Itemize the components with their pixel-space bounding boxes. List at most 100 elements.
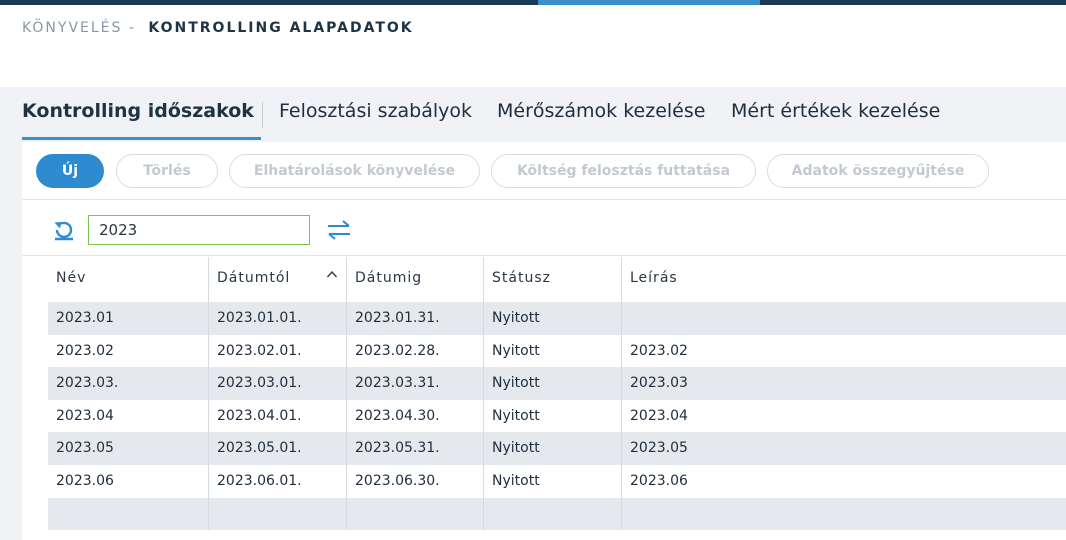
page-title: KONTROLLING ALAPADATOK	[148, 20, 414, 36]
cell-description	[621, 497, 1066, 531]
cell-value: 2023.01.31.	[355, 310, 440, 326]
column-header-name[interactable]: Név	[48, 257, 208, 302]
cell-date-to: 2023.03.31.	[346, 367, 483, 400]
table-row[interactable]	[48, 497, 1066, 531]
cell-value: 2023.06.30.	[355, 472, 440, 489]
column-header-status[interactable]: Státusz	[483, 257, 621, 302]
cell-value: 2023.01.01.	[217, 310, 302, 326]
run-cost-allocation-button[interactable]: Költség felosztás futtatása	[491, 154, 756, 188]
cell-date-from: 2023.01.01.	[208, 302, 346, 335]
year-filter-input[interactable]	[88, 215, 310, 245]
breadcrumb-parent[interactable]: KÖNYVELÉS -	[22, 20, 136, 36]
cell-status: Nyitott	[483, 334, 621, 368]
cell-name: 2023.01	[48, 302, 208, 335]
cell-value: 2023.02	[56, 342, 114, 359]
cell-value: 2023.03.	[56, 375, 119, 392]
table-row[interactable]: 2023.05 2023.05.01. 2023.05.31. Nyitott 2023…	[48, 432, 1066, 465]
cell-value: Nyitott	[492, 342, 540, 359]
cell-description: 2023.06	[621, 464, 1066, 498]
cell-date-to: 2023.02.28.	[346, 334, 483, 368]
cell-date-to: 2023.06.30.	[346, 464, 483, 498]
cell-date-from	[208, 497, 346, 531]
cell-status: Nyitott	[483, 432, 621, 465]
tab-divider	[262, 102, 263, 128]
page-header: KÖNYVELÉS - KONTROLLING ALAPADATOK	[0, 5, 1066, 87]
sort-ascending-icon[interactable]	[326, 269, 338, 279]
main-panel: Új Törlés Elhatárolások könyvelése Költs…	[22, 142, 1066, 540]
table-row[interactable]: 2023.04 2023.04.01. 2023.04.30. Nyitott 2023…	[48, 399, 1066, 433]
column-header-date-from[interactable]: Dátumtól	[208, 257, 346, 302]
table-body: 2023.01 2023.01.01. 2023.01.31. Nyitott 2023…	[48, 302, 1066, 531]
cell-value: 2023.06.01.	[217, 472, 302, 489]
cell-date-from: 2023.04.01.	[208, 399, 346, 433]
cell-value: 2023.04.30.	[355, 407, 440, 424]
cell-date-from: 2023.02.01.	[208, 334, 346, 368]
cell-value: Nyitott	[492, 310, 540, 326]
cell-description: 2023.05	[621, 432, 1066, 465]
toolbar: Új Törlés Elhatárolások könyvelése Költs…	[22, 142, 1066, 200]
tab-measured-values[interactable]: Mért értékek kezelése	[731, 100, 940, 140]
cell-name: 2023.05	[48, 432, 208, 465]
cell-date-from: 2023.03.01.	[208, 367, 346, 400]
cell-status: Nyitott	[483, 399, 621, 433]
cell-status: Nyitott	[483, 367, 621, 400]
cell-name: 2023.04	[48, 400, 208, 433]
cell-value: 2023.04.01.	[217, 407, 302, 424]
cell-value: Nyitott	[492, 375, 540, 392]
cell-value: 2023.06	[630, 472, 688, 489]
cell-date-to: 2023.04.30.	[346, 399, 483, 433]
cell-value: Nyitott	[492, 407, 540, 424]
tab-controlling-periods[interactable]: Kontrolling időszakok	[22, 100, 261, 140]
cell-value: 2023.06	[56, 472, 114, 489]
table-row[interactable]: 2023.03. 2023.03.01. 2023.03.31. Nyitott 202…	[48, 367, 1066, 400]
column-header-description[interactable]: Leírás	[621, 257, 1066, 302]
tab-allocation-rules[interactable]: Felosztási szabályok	[279, 100, 472, 140]
tab-metrics[interactable]: Mérőszámok kezelése	[497, 100, 705, 140]
cell-date-to: 2023.01.31.	[346, 302, 483, 335]
table-row[interactable]: 2023.02 2023.02.01. 2023.02.28. Nyitott 2023…	[48, 334, 1066, 368]
cell-value: 2023.04	[56, 407, 114, 424]
cell-date-from: 2023.05.01.	[208, 432, 346, 465]
cell-value: 2023.05.31.	[355, 440, 440, 457]
cell-date-to: 2023.05.31.	[346, 432, 483, 465]
new-button[interactable]: Új	[36, 154, 104, 188]
cell-value: 2023.03.31.	[355, 375, 440, 392]
cell-status: Nyitott	[483, 464, 621, 498]
cell-value: 2023.05.01.	[217, 440, 302, 457]
cell-value: 2023.02.28.	[355, 342, 440, 359]
breadcrumb: KÖNYVELÉS - KONTROLLING ALAPADATOK	[22, 20, 414, 36]
swap-arrows-icon[interactable]	[325, 219, 353, 241]
cell-description	[621, 302, 1066, 335]
column-header-date-to[interactable]: Dátumig	[346, 257, 483, 302]
cell-name	[48, 498, 208, 531]
cell-description: 2023.02	[621, 334, 1066, 368]
cell-date-from: 2023.06.01.	[208, 464, 346, 498]
cell-status	[483, 497, 621, 531]
cell-value: 2023.01	[56, 310, 114, 326]
cell-value: Nyitott	[492, 472, 540, 489]
cell-value: 2023.02.01.	[217, 342, 302, 359]
cell-value: 2023.05	[630, 440, 688, 457]
collect-data-button[interactable]: Adatok összegyűjtése	[767, 154, 989, 188]
table-row[interactable]: 2023.06 2023.06.01. 2023.06.30. Nyitott 2023…	[48, 464, 1066, 498]
refresh-icon[interactable]	[51, 217, 77, 243]
cell-value: 2023.03.01.	[217, 375, 302, 392]
cell-value: 2023.02	[630, 342, 688, 359]
cell-name: 2023.03.	[48, 367, 208, 400]
cell-description: 2023.04	[621, 399, 1066, 433]
post-accruals-button[interactable]: Elhatárolások könyvelése	[229, 154, 480, 188]
cell-value: 2023.04	[630, 407, 688, 424]
cell-status: Nyitott	[483, 302, 621, 335]
cell-value: Nyitott	[492, 440, 540, 457]
cell-value: 2023.05	[56, 440, 114, 457]
cell-description: 2023.03	[621, 367, 1066, 400]
table-header: Név Dátumtól Dátumig Státusz Leírás	[48, 257, 1066, 302]
table-row[interactable]: 2023.01 2023.01.01. 2023.01.31. Nyitott	[48, 302, 1066, 335]
cell-value: 2023.03	[630, 375, 688, 392]
filter-row	[22, 200, 1066, 256]
cell-date-to	[346, 497, 483, 531]
cell-name: 2023.02	[48, 335, 208, 368]
delete-button[interactable]: Törlés	[116, 154, 218, 188]
periods-table: Név Dátumtól Dátumig Státusz Leírás 2023…	[48, 257, 1066, 531]
cell-name: 2023.06	[48, 465, 208, 498]
